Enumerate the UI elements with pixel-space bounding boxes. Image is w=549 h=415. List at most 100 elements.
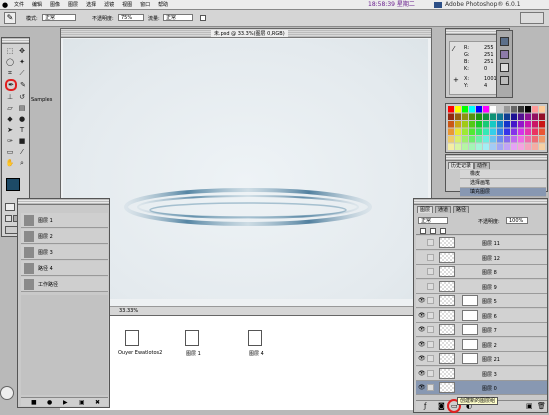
- list-item[interactable]: 图层 3: [21, 245, 108, 260]
- stamp-tool-icon[interactable]: ⊥: [5, 92, 15, 102]
- lock-position-checkbox[interactable]: [440, 228, 446, 234]
- crop-tool-icon[interactable]: ⌗: [5, 68, 15, 78]
- palette-well[interactable]: [520, 12, 544, 24]
- hand-tool-icon[interactable]: ✋: [5, 158, 15, 168]
- screen-mode-standard-icon[interactable]: [5, 215, 12, 222]
- link-toggle[interactable]: [427, 282, 434, 290]
- zoom-readout[interactable]: 33.33%: [119, 308, 138, 314]
- visibility-eye-icon[interactable]: [418, 268, 425, 275]
- opacity-field[interactable]: 75%: [118, 14, 144, 21]
- standard-mode-icon[interactable]: [5, 203, 15, 211]
- airbrush-tool-icon[interactable]: ✒: [5, 79, 17, 91]
- styles-palette-icon[interactable]: [500, 76, 509, 85]
- canvas[interactable]: [63, 39, 428, 299]
- list-item[interactable]: 图层 1: [21, 213, 108, 228]
- visibility-eye-icon[interactable]: 👁: [418, 326, 426, 333]
- menu-select[interactable]: 选择: [82, 1, 100, 8]
- lock-transparency-checkbox[interactable]: [420, 228, 426, 234]
- visibility-eye-icon[interactable]: [418, 254, 425, 261]
- zoom-tool-icon[interactable]: ⌕: [17, 158, 27, 168]
- menu-file[interactable]: 文件: [10, 1, 28, 8]
- history-state[interactable]: 橡皮: [460, 170, 546, 179]
- type-tool-icon[interactable]: T: [17, 125, 27, 135]
- delete-action-icon[interactable]: ✖: [95, 399, 100, 406]
- record-icon[interactable]: ●: [47, 399, 52, 406]
- layer-style-icon[interactable]: ƒ: [424, 402, 426, 410]
- layers-palette-header[interactable]: [414, 199, 547, 205]
- link-toggle[interactable]: [427, 340, 434, 348]
- visibility-eye-icon[interactable]: 👁: [418, 297, 426, 304]
- history-brush-icon[interactable]: ↺: [17, 92, 27, 102]
- menu-window[interactable]: 窗口: [136, 1, 154, 8]
- list-item[interactable]: 路径 4: [21, 261, 108, 276]
- history-state-selected[interactable]: 填充图层: [460, 188, 546, 197]
- swatches-palette-icon[interactable]: [500, 63, 509, 72]
- link-toggle[interactable]: [427, 239, 434, 246]
- delete-layer-icon[interactable]: 🗑: [537, 402, 546, 410]
- blur-tool-icon[interactable]: ◆: [5, 114, 15, 124]
- link-toggle[interactable]: [427, 268, 434, 275]
- lock-image-checkbox[interactable]: [430, 228, 436, 234]
- foreground-color-swatch[interactable]: [6, 178, 20, 191]
- visibility-eye-icon[interactable]: 👁: [418, 341, 426, 348]
- list-item[interactable]: 工作路径: [21, 277, 108, 292]
- visibility-eye-icon[interactable]: 👁: [418, 384, 426, 391]
- tab-layers[interactable]: 图层: [417, 206, 434, 213]
- eyedropper-tool-icon[interactable]: ⁄: [17, 147, 27, 157]
- visibility-eye-icon[interactable]: 👁: [418, 370, 426, 377]
- clock[interactable]: 18:58:39 星期二: [368, 0, 415, 10]
- layer-row[interactable]: 图层 8: [416, 265, 547, 279]
- tab-paths[interactable]: 路径: [453, 206, 470, 213]
- color-palette-icon[interactable]: [500, 50, 509, 59]
- marquee-tool-icon[interactable]: ⬚: [5, 46, 15, 56]
- move-tool-icon[interactable]: ✥: [17, 46, 27, 56]
- list-item[interactable]: 图层 2: [21, 229, 108, 244]
- link-toggle[interactable]: [427, 297, 434, 304]
- new-layer-icon[interactable]: ▣: [526, 402, 533, 410]
- file-icon[interactable]: [185, 330, 199, 346]
- visibility-eye-icon[interactable]: 👁: [418, 355, 426, 362]
- path-select-tool-icon[interactable]: ➤: [5, 125, 15, 135]
- slice-tool-icon[interactable]: ⟋: [17, 68, 27, 78]
- menu-image[interactable]: 图像: [46, 1, 64, 8]
- blend-mode-select[interactable]: 正常: [418, 217, 448, 224]
- eraser-tool-preset-icon[interactable]: ✎: [4, 12, 16, 24]
- link-toggle[interactable]: [427, 384, 434, 391]
- app-menu[interactable]: Adobe Photoshop® 6.0.1: [445, 0, 521, 10]
- visibility-eye-icon[interactable]: [418, 239, 425, 246]
- link-toggle[interactable]: [427, 326, 434, 333]
- layer-row[interactable]: 👁 图层 7: [416, 323, 547, 337]
- start-orb-icon[interactable]: [0, 386, 14, 400]
- shape-tool-icon[interactable]: ■: [17, 136, 27, 146]
- toolbox-header[interactable]: [2, 38, 29, 44]
- tab-history[interactable]: 历史记录: [448, 162, 475, 169]
- link-toggle[interactable]: [427, 253, 434, 261]
- menu-edit[interactable]: 编辑: [28, 1, 46, 8]
- link-toggle[interactable]: [427, 369, 434, 377]
- new-action-icon[interactable]: ▣: [79, 399, 85, 406]
- stop-icon[interactable]: ■: [31, 399, 37, 406]
- layer-row[interactable]: 👁 图层 6: [416, 308, 547, 323]
- tab-actions[interactable]: 动作: [474, 162, 491, 169]
- paintbrush-tool-icon[interactable]: ✎: [18, 80, 28, 90]
- menu-filter[interactable]: 滤镜: [100, 1, 118, 8]
- lasso-tool-icon[interactable]: ◯: [5, 57, 15, 67]
- layer-row[interactable]: 👁 图层 0: [416, 381, 547, 395]
- link-toggle[interactable]: [427, 355, 434, 362]
- layer-row[interactable]: 👁 图层 5: [416, 294, 547, 308]
- eraser-tool-icon[interactable]: ▱: [5, 103, 15, 113]
- menu-help[interactable]: 帮助: [154, 1, 172, 8]
- menu-layer[interactable]: 图层: [64, 1, 82, 8]
- play-icon[interactable]: ▶: [63, 399, 68, 406]
- airbrush-checkbox[interactable]: [200, 15, 206, 21]
- document-window[interactable]: 未.psd @ 33.3%(图层 0,RGB) 33.33%: [60, 28, 432, 316]
- history-palette-header[interactable]: [446, 155, 547, 161]
- swatch-grid[interactable]: [446, 104, 547, 152]
- layer-row[interactable]: 图层 9: [416, 279, 547, 294]
- document-title-bar[interactable]: 未.psd @ 33.3%(图层 0,RGB): [61, 29, 431, 38]
- magic-wand-tool-icon[interactable]: ✦: [17, 57, 27, 67]
- layer-row[interactable]: 图层 11: [416, 236, 547, 250]
- actions-palette-header[interactable]: [18, 199, 109, 205]
- file-icon[interactable]: [125, 330, 139, 346]
- navigator-palette-icon[interactable]: [500, 37, 509, 46]
